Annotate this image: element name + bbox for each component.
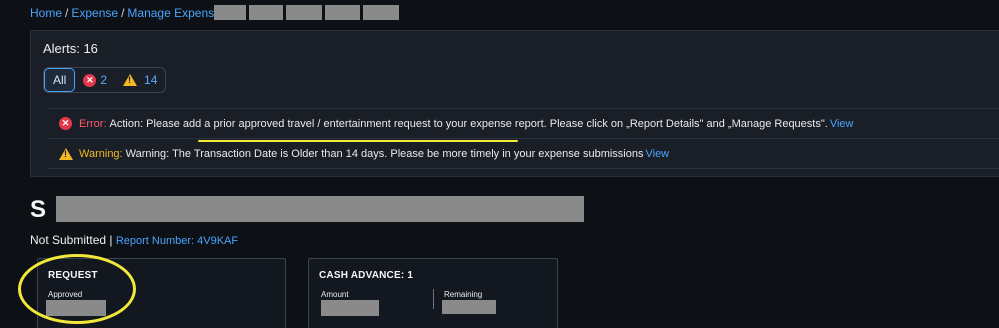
filter-errors-button[interactable]: ✕ 2 <box>75 68 115 92</box>
report-number-link[interactable]: Report Number: 4V9KAF <box>116 235 238 247</box>
cash-advance-title: CASH ADVANCE: 1 <box>319 270 414 281</box>
cash-advance-amount-redaction <box>321 300 379 316</box>
alerts-list: ✕ Error: Action: Please add a prior appr… <box>47 108 999 169</box>
alert-filter-group: All ✕ 2 14 <box>43 67 167 93</box>
warning-icon <box>59 147 73 160</box>
alert-message: Warning: The Transaction Date is Older t… <box>125 147 644 160</box>
alert-type-label: Warning: <box>79 147 123 160</box>
breadcrumb-manage-expenses-link[interactable]: Manage Expenses <box>127 6 226 20</box>
filter-all-label: All <box>53 73 67 87</box>
card-divider <box>433 289 434 309</box>
breadcrumb-redaction <box>214 5 399 20</box>
alert-item-warning: Warning: Warning: The Transaction Date i… <box>47 139 999 169</box>
annotation-ellipse <box>18 254 136 324</box>
alert-type-label: Error: <box>79 117 107 130</box>
breadcrumb-expense-link[interactable]: Expense <box>71 6 118 20</box>
filter-warnings-button[interactable]: 14 <box>115 68 165 92</box>
breadcrumb: Home/Expense/Manage Expenses/S <box>30 6 244 20</box>
alert-view-link[interactable]: View <box>830 118 854 130</box>
cash-advance-card[interactable]: CASH ADVANCE: 1 Amount Remaining <box>308 258 558 328</box>
error-icon: ✕ <box>83 73 97 87</box>
redaction-block <box>214 5 246 20</box>
error-icon: ✕ <box>59 117 72 130</box>
cash-advance-remaining-redaction <box>442 300 496 314</box>
alert-view-link[interactable]: View <box>645 148 669 160</box>
redaction-block <box>325 5 360 20</box>
annotation-underline <box>198 140 518 142</box>
filter-all-button[interactable]: All <box>44 68 76 92</box>
report-title-redaction <box>56 196 584 222</box>
report-title-initial: S <box>30 196 47 223</box>
breadcrumb-separator: / <box>121 6 125 20</box>
report-status: Not Submitted | <box>30 233 113 247</box>
cash-advance-amount-label: Amount <box>321 290 349 299</box>
alert-item-error: ✕ Error: Action: Please add a prior appr… <box>47 109 999 139</box>
cash-advance-remaining-label: Remaining <box>444 290 483 299</box>
alerts-title: Alerts: 16 <box>43 41 98 56</box>
report-status-line: Not Submitted | Report Number: 4V9KAF <box>30 233 238 247</box>
redaction-block <box>363 5 399 20</box>
breadcrumb-home-link[interactable]: Home <box>30 6 62 20</box>
filter-error-count: 2 <box>100 73 108 87</box>
alerts-panel: Alerts: 16 All ✕ 2 14 ✕ Error: Action: P… <box>30 30 999 177</box>
alert-message: Action: Please add a prior approved trav… <box>109 117 828 130</box>
redaction-block <box>286 5 322 20</box>
breadcrumb-separator: / <box>65 6 69 20</box>
warning-icon <box>123 74 138 86</box>
filter-warning-count: 14 <box>144 73 158 87</box>
redaction-block <box>249 5 283 20</box>
